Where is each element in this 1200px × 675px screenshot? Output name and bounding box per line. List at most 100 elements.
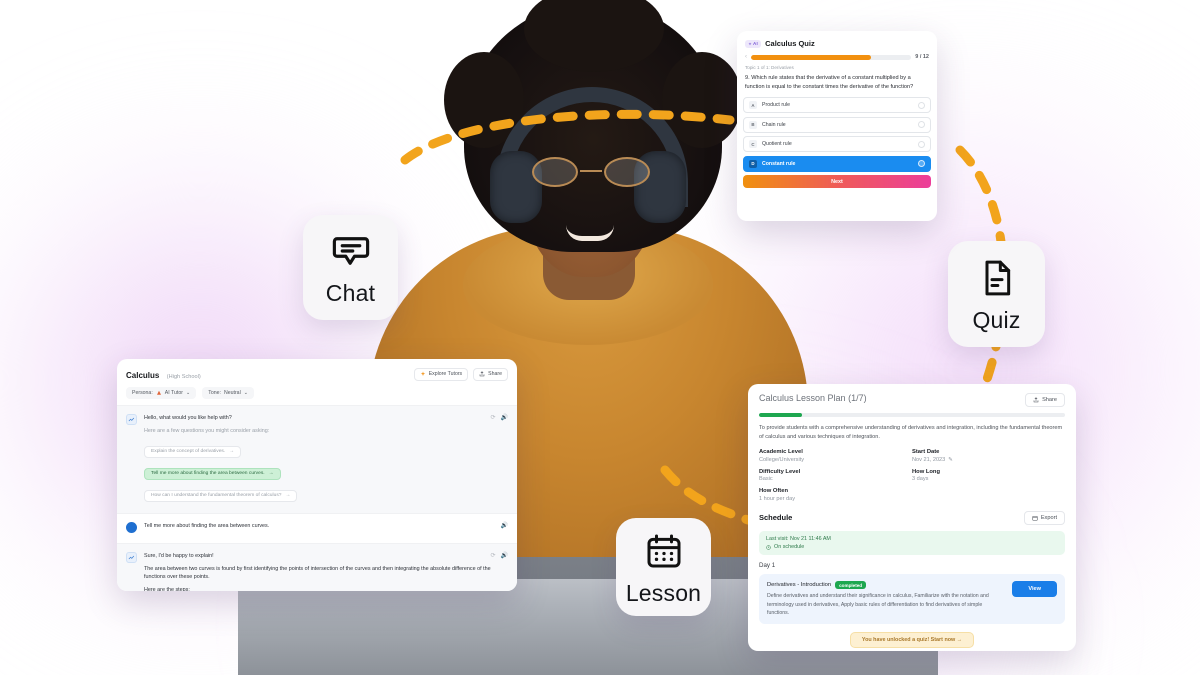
explore-tutors-button[interactable]: Explore Tutors	[413, 367, 469, 381]
chat-share-label: Share	[488, 371, 502, 377]
view-button[interactable]: View	[1012, 581, 1057, 598]
explore-tutors-label: Explore Tutors	[428, 371, 463, 377]
eyeglasses	[530, 157, 652, 187]
chat-suggestion-chip[interactable]: How can I understand the fundamental the…	[144, 489, 298, 502]
ai-badge-text: AI	[753, 41, 759, 46]
lesson-item-title: Derivatives - Introduction	[767, 582, 832, 589]
scene: Chat Quiz Lesson AI Calculus Quiz ‹ 9 / …	[0, 0, 1200, 675]
quiz-option-a[interactable]: A Product rule	[743, 97, 931, 114]
lesson-item-title-row: Derivatives - Introduction completed	[767, 581, 1004, 590]
export-button[interactable]: Export	[1023, 510, 1065, 525]
quiz-options-list: A Product rule B Chain rule C Quotient rule D C…	[743, 97, 931, 172]
chat-share-button[interactable]: Share	[473, 367, 508, 381]
last-visit-banner: Last visit: Nov 21 11:46 AM On schedule	[759, 530, 1065, 556]
feature-card-lesson[interactable]: Lesson	[616, 518, 711, 616]
lesson-field: Start Date Nov 21, 2023 ✎	[912, 449, 1065, 463]
clock-icon	[766, 545, 771, 550]
chat-suggestion-chip[interactable]: Tell me more about finding the area betw…	[144, 467, 281, 480]
user-message-body: Tell me more about finding the area betw…	[144, 522, 508, 535]
chat-suggestion-text: Explain the concept of derivatives.	[151, 449, 226, 455]
quiz-option-d[interactable]: D Constant rule	[743, 155, 931, 172]
tone-select[interactable]: Tone: Neutral ⌄	[202, 387, 255, 399]
quiz-next-button[interactable]: Next	[743, 175, 931, 189]
lens-left	[532, 157, 578, 187]
arrow-right-icon: →	[285, 493, 291, 499]
lesson-field-value: College/University	[759, 457, 912, 463]
lesson-field-key: Difficulty Level	[759, 468, 801, 475]
lesson-field: How Often 1 hour per day	[759, 488, 912, 502]
chevron-down-icon: ⌄	[185, 390, 191, 396]
chevron-left-icon[interactable]: ‹	[745, 54, 747, 60]
quiz-progress-row: ‹ 9 / 12	[743, 52, 931, 65]
chat-header-actions: Explore Tutors Share	[413, 367, 508, 381]
edit-icon[interactable]: ✎	[948, 457, 953, 463]
chat-title-group: Calculus (High School)	[126, 365, 201, 383]
arrow-right-icon: →	[229, 449, 235, 455]
feature-card-quiz[interactable]: Quiz	[948, 241, 1045, 347]
quiz-progress-fill	[751, 54, 872, 60]
lesson-plan-count: (1/7)	[848, 393, 867, 403]
ai-sparkle-badge: AI	[745, 39, 762, 48]
calendar-icon	[641, 528, 687, 574]
chevron-down-icon: ⌄	[243, 390, 249, 396]
quiz-option-b[interactable]: B Chain rule	[743, 116, 931, 133]
on-schedule-text: On schedule	[774, 544, 805, 551]
day-label: Day 1	[759, 562, 776, 570]
quiz-progress-label: 9 / 12	[915, 54, 929, 60]
user-message-actions: 🔊	[501, 522, 508, 529]
feature-card-chat[interactable]: Chat	[303, 215, 398, 320]
quiz-option-radio[interactable]	[918, 121, 925, 129]
lesson-field-value: 1 hour per day	[759, 496, 912, 502]
chat-suggestions-intro: Here are a few questions you might consi…	[144, 427, 270, 434]
document-icon	[974, 255, 1020, 301]
quiz-option-letter: A	[749, 101, 757, 110]
unlock-quiz-banner[interactable]: You have unlocked a quiz! Start now →	[849, 632, 975, 649]
calendar-icon	[1032, 515, 1038, 521]
persona-select[interactable]: Persona: AI Tutor ⌄	[126, 387, 197, 399]
quiz-option-radio[interactable]	[918, 101, 925, 109]
chat-suggestion-chip[interactable]: Explain the concept of derivatives. →	[144, 445, 242, 458]
quiz-title: Calculus Quiz	[765, 39, 815, 48]
speaker-icon[interactable]: 🔊	[501, 414, 508, 421]
persona-label: Persona:	[132, 390, 153, 396]
greeting-body: Hello, what would you like help with? He…	[144, 414, 508, 505]
quiz-option-letter: C	[749, 140, 757, 149]
assistant-reply-actions: ⟳ 🔊	[490, 552, 508, 559]
persona-avatar-icon	[156, 390, 161, 395]
chat-message-assistant-reply: Sure, I'd be happy to explain! The area …	[117, 542, 517, 591]
quiz-panel: AI Calculus Quiz ‹ 9 / 12 Topic 1 of 1: …	[737, 31, 937, 221]
lesson-item-main: Derivatives - Introduction completed Def…	[767, 581, 1004, 617]
regenerate-icon[interactable]: ⟳	[490, 552, 495, 559]
share-icon	[479, 371, 485, 377]
assistant-message-actions: ⟳ 🔊	[490, 414, 508, 421]
lesson-field-value-text: Nov 21, 2023	[912, 456, 946, 463]
lesson-field-key: Academic Level	[759, 449, 803, 456]
quiz-option-c[interactable]: C Quotient rule	[743, 136, 931, 153]
chat-toolbar: Persona: AI Tutor ⌄ Tone: Neutral ⌄	[117, 387, 517, 405]
chat-title: Calculus	[126, 371, 160, 380]
schedule-label: Schedule	[759, 513, 793, 523]
lesson-item-card: Derivatives - Introduction completed Def…	[759, 574, 1065, 625]
quiz-option-letter: B	[749, 120, 757, 129]
lesson-field-key: How Long	[912, 468, 941, 475]
sparkle-icon	[420, 371, 425, 376]
chat-reply-body: The area between two curves is found by …	[144, 565, 491, 581]
chat-greeting: Hello, what would you like help with?	[144, 415, 232, 421]
feature-card-quiz-label: Quiz	[972, 306, 1021, 333]
lesson-progress-bar	[759, 413, 1065, 417]
quiz-option-label: Constant rule	[762, 160, 796, 167]
chat-suggestion-text: Tell me more about finding the area betw…	[151, 471, 265, 477]
speaker-icon[interactable]: 🔊	[501, 522, 508, 529]
on-schedule-row: On schedule	[766, 544, 1058, 550]
regenerate-icon[interactable]: ⟳	[490, 414, 495, 421]
lesson-field-value: Basic	[759, 476, 912, 482]
feature-card-lesson-label: Lesson	[625, 579, 702, 606]
lesson-item-description: Define derivatives and understand their …	[767, 593, 989, 617]
lens-right	[604, 157, 650, 187]
chat-suggestion-text: How can I understand the fundamental the…	[151, 493, 282, 499]
quiz-option-radio[interactable]	[918, 160, 925, 168]
chat-header: Calculus (High School) Explore Tutors Sh…	[117, 359, 517, 387]
speaker-icon[interactable]: 🔊	[501, 552, 508, 559]
lesson-share-button[interactable]: Share	[1025, 393, 1065, 407]
quiz-option-radio[interactable]	[918, 140, 925, 148]
